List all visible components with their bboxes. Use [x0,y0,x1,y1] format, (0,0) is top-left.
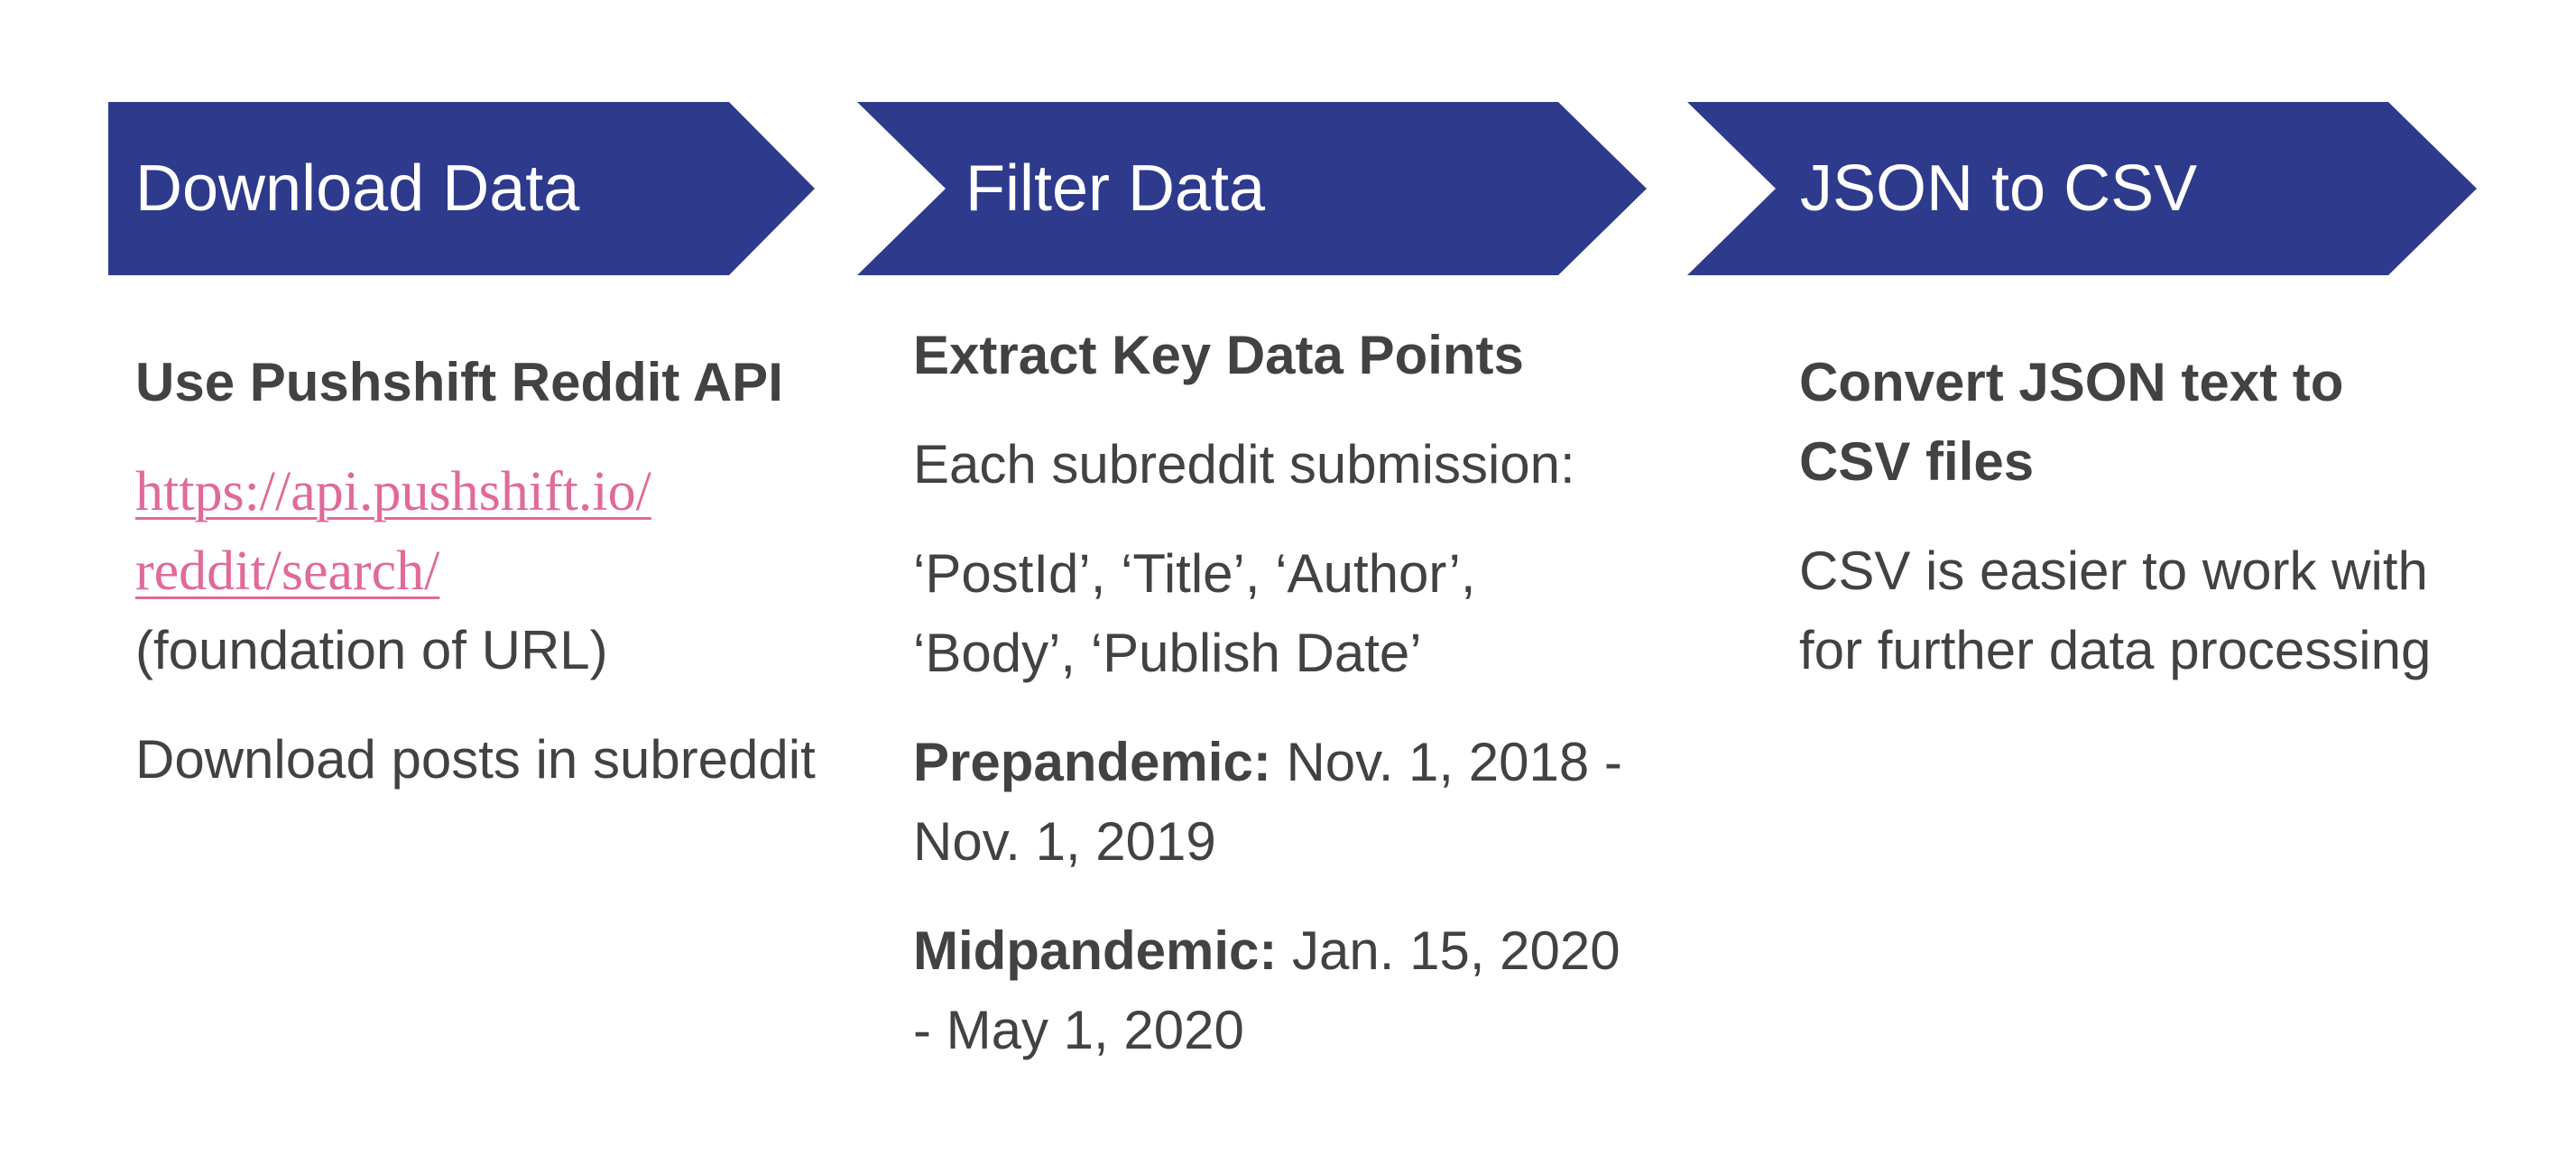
pushshift-api-link[interactable]: https://api.pushshift.io/reddit/search/ [135,461,651,602]
api-url-line-1: https://api.pushshift.io/ [135,461,651,522]
step-download-data-details: Use Pushshift Reddit API https://api.pus… [135,343,821,800]
midpandemic-label: Midpandemic: [913,920,1278,981]
step-description: Download posts in subreddit [135,729,816,790]
api-url-line-2: reddit/search/ [135,541,440,602]
api-url-note: (foundation of URL) [135,620,608,680]
data-fields-list: ‘PostId’, ‘Title’, ‘Author’, ‘Body’, ‘Pu… [913,543,1476,683]
step-intro: Each subreddit submission: [913,434,1575,495]
step-title: JSON to CSV [1800,153,2198,225]
step-heading: Convert JSON text to CSV files [1799,352,2344,492]
midpandemic-range: Midpandemic: Jan. 15, 2020 - May 1, 2020 [913,911,1653,1070]
step-title: Filter Data [965,153,1266,225]
step-json-to-csv-chevron: JSON to CSV [1687,102,2477,275]
step-download-data-chevron: Download Data [108,102,815,275]
api-url-block: https://api.pushshift.io/reddit/search/ … [135,452,821,690]
step-heading: Use Pushshift Reddit API [135,352,783,412]
prepandemic-label: Prepandemic: [913,732,1271,792]
step-filter-data-chevron: Filter Data [857,102,1647,275]
step-json-to-csv-details: Convert JSON text to CSV files CSV is ea… [1799,343,2449,690]
step-title: Download Data [135,153,580,225]
prepandemic-range: Prepandemic: Nov. 1, 2018 - Nov. 1, 2019 [913,723,1653,882]
step-heading: Extract Key Data Points [913,325,1524,385]
step-description: CSV is easier to work with for further d… [1799,541,2432,680]
step-filter-data-details: Extract Key Data Points Each subreddit s… [913,316,1653,1070]
